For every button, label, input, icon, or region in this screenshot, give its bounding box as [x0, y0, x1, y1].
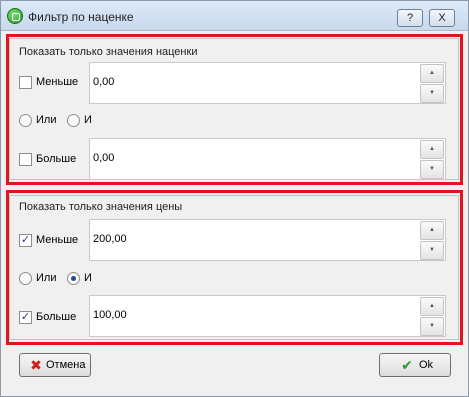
price-less-spinbox[interactable]: 200,00 ▲ ▼	[89, 219, 446, 261]
markup-less-spinbox[interactable]: 0,00 ▲ ▼	[89, 62, 446, 104]
markup-less-decrement-button[interactable]: ▼	[420, 84, 444, 103]
price-or-label: Или	[36, 272, 57, 284]
markup-greater-value[interactable]: 0,00	[93, 152, 114, 164]
price-less-decrement-button[interactable]: ▼	[420, 241, 444, 260]
cancel-button-label: Отмена	[46, 359, 86, 371]
markup-greater-spinbox[interactable]: 0,00 ▲ ▼	[89, 138, 446, 180]
price-less-increment-button[interactable]: ▲	[420, 221, 444, 240]
markup-greater-decrement-button[interactable]: ▼	[420, 160, 444, 179]
cancel-button[interactable]: ✖ Отмена	[19, 353, 91, 377]
price-filter-group: Показать только значения цены ✓ Меньше 2…	[9, 195, 459, 340]
markup-group-title: Показать только значения наценки	[19, 46, 198, 58]
markup-and-radio-row[interactable]: И	[67, 113, 97, 129]
markup-greater-label: Больше	[36, 153, 77, 165]
markup-and-radio[interactable]	[67, 114, 80, 127]
markup-less-label: Меньше	[36, 76, 79, 88]
markup-or-radio-row[interactable]: Или	[19, 113, 59, 129]
price-and-radio[interactable]	[67, 272, 80, 285]
price-greater-checkbox[interactable]: ✓	[19, 311, 32, 324]
price-group-title: Показать только значения цены	[19, 201, 183, 213]
ok-button-label: Ok	[419, 359, 434, 371]
help-button[interactable]: ?	[397, 9, 423, 27]
price-less-checkbox[interactable]: ✓	[19, 234, 32, 247]
markup-or-label: Или	[36, 114, 57, 126]
window-title: Фильтр по наценке	[28, 10, 134, 24]
markup-less-value[interactable]: 0,00	[93, 76, 114, 88]
price-greater-value[interactable]: 100,00	[93, 309, 127, 321]
markup-and-label: И	[84, 114, 92, 126]
markup-less-increment-button[interactable]: ▲	[420, 64, 444, 83]
markup-greater-increment-button[interactable]: ▲	[420, 140, 444, 159]
markup-greater-checkbox[interactable]	[19, 153, 32, 166]
markup-filter-group: Показать только значения наценки Меньше …	[9, 38, 459, 180]
price-and-label: И	[84, 272, 92, 284]
app-icon	[7, 8, 23, 24]
filter-dialog: Фильтр по наценке ? X Показать только зн…	[0, 0, 469, 397]
price-greater-label: Больше	[36, 311, 77, 323]
cancel-x-icon: ✖	[30, 357, 42, 373]
ok-button[interactable]: ✔ Ok	[379, 353, 451, 377]
markup-or-radio[interactable]	[19, 114, 32, 127]
title-bar[interactable]: Фильтр по наценке ? X	[1, 1, 468, 31]
price-or-radio-row[interactable]: Или	[19, 271, 59, 287]
price-or-radio[interactable]	[19, 272, 32, 285]
checkmark-icon: ✔	[401, 357, 413, 373]
price-less-label: Меньше	[36, 234, 79, 246]
price-and-radio-row[interactable]: И	[67, 271, 97, 287]
price-less-value[interactable]: 200,00	[93, 233, 127, 245]
price-greater-spinbox[interactable]: 100,00 ▲ ▼	[89, 295, 446, 337]
markup-less-checkbox[interactable]	[19, 76, 32, 89]
close-button[interactable]: X	[429, 9, 455, 27]
price-greater-decrement-button[interactable]: ▼	[420, 317, 444, 336]
price-greater-increment-button[interactable]: ▲	[420, 297, 444, 316]
